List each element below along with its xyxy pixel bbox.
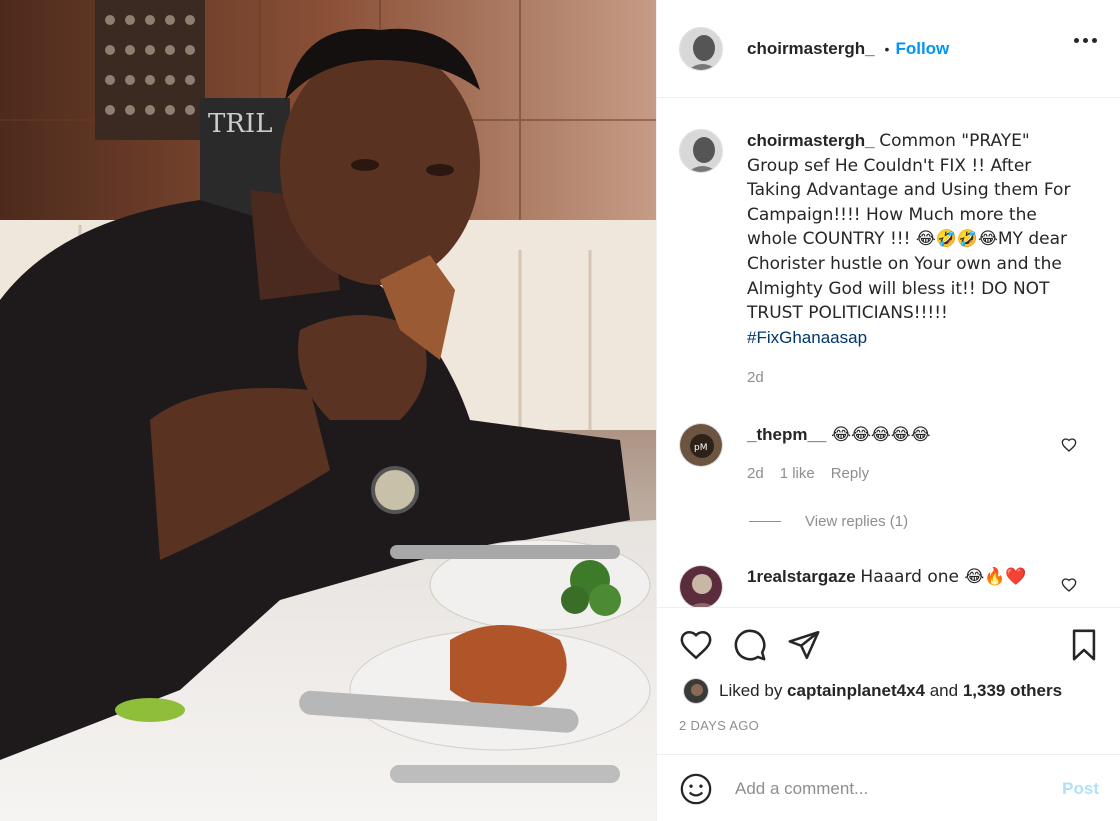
comment-item: pM _thepm__ 😂😂😂😂😂 2d 1 like Reply bbox=[679, 423, 1082, 486]
post-photo[interactable]: TRIL bbox=[0, 0, 656, 821]
likes-count[interactable]: 1,339 others bbox=[963, 681, 1062, 701]
caption-age[interactable]: 2d bbox=[747, 366, 764, 391]
caption: choirmastergh_ Common "PRAYE" Group sef … bbox=[679, 129, 1082, 391]
liked-by-user[interactable]: captainplanet4x4 bbox=[787, 681, 925, 701]
replies-line bbox=[749, 521, 781, 522]
comment-text: Haaard one 😂🔥❤️ bbox=[860, 567, 1027, 587]
liked-by-middle: and bbox=[925, 681, 963, 700]
photo-illustration: TRIL bbox=[0, 0, 656, 821]
add-comment-input[interactable]: Add a comment... bbox=[735, 779, 1062, 799]
reply-button[interactable]: Reply bbox=[831, 462, 869, 487]
avatar[interactable] bbox=[679, 26, 723, 71]
view-replies-button[interactable]: View replies (1) bbox=[749, 513, 908, 530]
view-replies-label: View replies (1) bbox=[805, 513, 909, 530]
avatar-image bbox=[680, 130, 722, 172]
separator-dot: • bbox=[884, 40, 890, 57]
avatar-image bbox=[680, 566, 722, 607]
comment-icon[interactable] bbox=[733, 628, 767, 662]
comment-username[interactable]: _thepm__ bbox=[747, 425, 826, 444]
comment-likes[interactable]: 1 like bbox=[780, 462, 815, 487]
post-panel: choirmastergh_ • Follow choirmastergh_ C… bbox=[656, 0, 1120, 821]
comment-item: 1realstargaze Haaard one 😂🔥❤️ bbox=[679, 565, 1082, 607]
heart-icon[interactable] bbox=[679, 628, 713, 662]
emoji-icon[interactable] bbox=[679, 772, 713, 806]
more-icon[interactable] bbox=[1074, 38, 1097, 43]
svg-text:pM: pM bbox=[694, 443, 707, 453]
header-username[interactable]: choirmastergh_ bbox=[747, 39, 875, 59]
comment-username[interactable]: 1realstargaze bbox=[747, 567, 856, 586]
comment-age[interactable]: 2d bbox=[747, 462, 764, 487]
avatar[interactable] bbox=[679, 565, 723, 607]
comments-section[interactable]: choirmastergh_ Common "PRAYE" Group sef … bbox=[657, 99, 1120, 607]
avatar[interactable] bbox=[679, 129, 723, 173]
caption-text: Common "PRAYE" Group sef He Couldn't FIX… bbox=[747, 131, 1071, 324]
share-icon[interactable] bbox=[787, 628, 821, 662]
bookmark-icon[interactable] bbox=[1067, 628, 1101, 662]
liker-avatar[interactable] bbox=[683, 678, 709, 704]
liked-by-prefix: Liked by bbox=[719, 681, 788, 700]
likes-summary: Liked by captainplanet4x4 and 1,339 othe… bbox=[683, 678, 1062, 704]
caption-username[interactable]: choirmastergh_ bbox=[747, 131, 875, 150]
avatar-image bbox=[680, 27, 722, 70]
post-button[interactable]: Post bbox=[1062, 779, 1099, 799]
like-comment-heart-icon[interactable] bbox=[1061, 577, 1077, 593]
svg-text:TRIL: TRIL bbox=[208, 109, 272, 139]
like-comment-heart-icon[interactable] bbox=[1061, 437, 1077, 453]
hashtag-link[interactable]: #FixGhanaasap bbox=[747, 328, 867, 347]
follow-button[interactable]: Follow bbox=[895, 39, 949, 59]
post-timestamp[interactable]: 2 DAYS AGO bbox=[679, 718, 759, 733]
add-comment-bar: Add a comment... Post bbox=[657, 754, 1120, 821]
liker-avatar-image bbox=[684, 679, 708, 703]
post-actions: Liked by captainplanet4x4 and 1,339 othe… bbox=[657, 607, 1120, 821]
avatar[interactable]: pM bbox=[679, 423, 723, 467]
comment-text: 😂😂😂😂😂 bbox=[831, 425, 931, 445]
avatar-image: pM bbox=[680, 424, 722, 466]
post-header: choirmastergh_ • Follow bbox=[657, 0, 1120, 98]
